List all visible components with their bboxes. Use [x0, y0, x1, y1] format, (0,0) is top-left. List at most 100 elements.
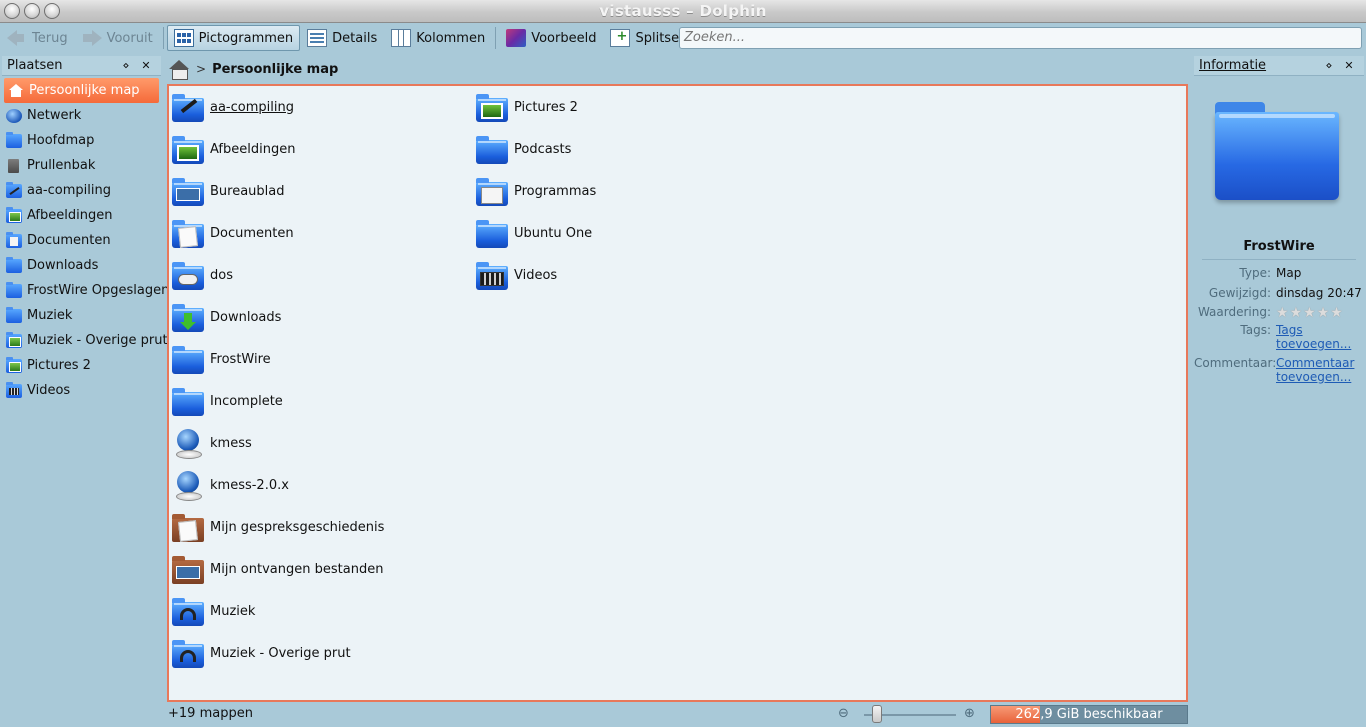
folder-images-icon	[6, 331, 22, 348]
file-item-incomplete[interactable]: Incomplete	[172, 384, 283, 418]
places-item-downloads[interactable]: Downloads	[2, 253, 161, 278]
places-item-persoonlijke-map[interactable]: Persoonlijke map	[4, 78, 159, 103]
file-item-label: Downloads	[210, 309, 282, 325]
file-item-aa-compiling[interactable]: aa-compiling	[172, 90, 294, 124]
free-space-text: 262,9 GiB beschikbaar	[1015, 707, 1163, 722]
add-tags-link[interactable]: Tags toevoegen...	[1276, 323, 1364, 351]
icons-view-icon	[173, 29, 194, 47]
back-button[interactable]: Terug	[0, 25, 75, 51]
file-item-videos[interactable]: Videos	[476, 258, 557, 292]
info-tags-label: Tags:	[1240, 323, 1271, 337]
breadcrumb-current[interactable]: Persoonlijke map	[212, 62, 338, 77]
file-item-label: Mijn gespreksgeschiedenis	[210, 519, 385, 535]
file-view[interactable]: aa-compiling Afbeeldingen Bureaublad Doc…	[167, 84, 1188, 702]
file-item-label: Ubuntu One	[514, 225, 593, 241]
file-item-podcasts[interactable]: Podcasts	[476, 132, 571, 166]
places-item-frostwire-opgeslagen[interactable]: FrostWire Opgeslagen	[2, 278, 169, 303]
places-item-label: Prullenbak	[27, 158, 96, 173]
file-item-kmess[interactable]: kmess	[172, 426, 252, 460]
info-rating-row: Waardering: ★ ★ ★ ★ ★	[1194, 305, 1364, 320]
places-item-videos[interactable]: Videos	[2, 378, 161, 403]
details-view-icon	[307, 29, 328, 47]
folder-icon	[172, 346, 204, 374]
folder-images-icon	[476, 94, 508, 122]
forward-arrow-icon	[82, 29, 102, 47]
info-type-value: Map	[1276, 266, 1302, 280]
rating-star-icon[interactable]: ★	[1303, 306, 1316, 320]
home-icon[interactable]	[168, 59, 190, 80]
places-item-documenten[interactable]: Documenten	[2, 228, 161, 253]
close-panel-icon[interactable]: ✕	[1339, 59, 1359, 72]
places-panel: Plaatsen ⋄ ✕ Persoonlijke map Netwerk Ho…	[2, 56, 169, 726]
file-item-label: Pictures 2	[514, 99, 578, 115]
places-item-hoofdmap[interactable]: Hoofdmap	[2, 128, 161, 153]
globe-icon	[172, 471, 204, 501]
file-item-downloads[interactable]: Downloads	[172, 300, 281, 334]
icons-view-button[interactable]: Pictogrammen	[166, 25, 301, 51]
folder-games-icon	[172, 262, 204, 290]
file-item-label: aa-compiling	[210, 99, 294, 115]
file-item-ubuntu-one[interactable]: Ubuntu One	[476, 216, 592, 250]
columns-view-label: Kolommen	[416, 30, 486, 46]
window-title: vistausss – Dolphin	[599, 2, 767, 20]
places-item-label: Hoofdmap	[27, 133, 95, 148]
zoom-out-icon[interactable]: ⊖	[838, 706, 849, 721]
file-item-afbeeldingen[interactable]: Afbeeldingen	[172, 132, 295, 166]
close-panel-icon[interactable]: ✕	[136, 59, 156, 72]
file-item-mijn-gespreksgeschiedenis[interactable]: Mijn gespreksgeschiedenis	[172, 510, 384, 544]
forward-button[interactable]: Vooruit	[75, 25, 160, 51]
places-item-prullenbak[interactable]: Prullenbak	[2, 153, 161, 178]
folder-music-icon	[172, 598, 204, 626]
file-item-programmas[interactable]: Programmas	[476, 174, 596, 208]
places-item-label: FrostWire Opgeslagen	[27, 283, 170, 298]
places-item-pictures-2[interactable]: Pictures 2	[2, 353, 161, 378]
file-item-pictures-2[interactable]: Pictures 2	[476, 90, 578, 124]
places-item-label: Muziek - Overige prut	[27, 333, 168, 348]
file-item-mijn-ontvangen-bestanden[interactable]: Mijn ontvangen bestanden	[172, 552, 383, 586]
breadcrumb: > Persoonlijke map	[164, 56, 1190, 82]
places-item-label: Pictures 2	[27, 358, 91, 373]
rating-star-icon[interactable]: ★	[1330, 306, 1343, 320]
zoom-in-icon[interactable]: ⊕	[964, 706, 975, 721]
folder-icon	[172, 388, 204, 416]
folder-images-icon	[6, 356, 22, 373]
file-item-bureaublad[interactable]: Bureaublad	[172, 174, 285, 208]
file-item-frostwire[interactable]: FrostWire	[172, 342, 271, 376]
float-panel-icon[interactable]: ⋄	[1319, 59, 1339, 72]
toolbar: Terug Vooruit Pictogrammen Details Kolom…	[0, 24, 1366, 52]
preview-label: Voorbeeld	[531, 30, 597, 46]
places-item-muziek[interactable]: Muziek	[2, 303, 161, 328]
rating-stars[interactable]: ★ ★ ★ ★ ★	[1276, 306, 1364, 320]
file-item-documenten[interactable]: Documenten	[172, 216, 294, 250]
file-item-label: kmess	[210, 435, 252, 451]
folder-documents-icon	[172, 220, 204, 248]
file-item-muziek[interactable]: Muziek	[172, 594, 255, 628]
places-item-netwerk[interactable]: Netwerk	[2, 103, 161, 128]
preview-button[interactable]: Voorbeeld	[499, 25, 603, 51]
places-item-label: Documenten	[27, 233, 111, 248]
zoom-slider-handle[interactable]	[872, 705, 882, 723]
info-comment-row: Commentaar: Commentaar toevoegen...	[1194, 356, 1364, 384]
places-item-muziek-overige-prut[interactable]: Muziek - Overige prut	[2, 328, 168, 353]
details-view-button[interactable]: Details	[300, 25, 384, 51]
places-item-afbeeldingen[interactable]: Afbeeldingen	[2, 203, 161, 228]
rating-star-icon[interactable]: ★	[1276, 306, 1289, 320]
rating-star-icon[interactable]: ★	[1290, 306, 1303, 320]
places-item-aa-compiling[interactable]: aa-compiling	[2, 178, 161, 203]
folder-images-icon	[6, 206, 22, 223]
folder-tools-icon	[172, 94, 204, 122]
file-item-muziek-overige-prut[interactable]: Muziek - Overige prut	[172, 636, 351, 670]
file-item-kmess-2-0-x[interactable]: kmess-2.0.x	[172, 468, 289, 502]
add-comment-link[interactable]: Commentaar toevoegen...	[1276, 356, 1364, 384]
places-item-label: Muziek	[27, 308, 73, 323]
search-input[interactable]: Zoeken...	[679, 27, 1362, 49]
breadcrumb-separator-icon[interactable]: >	[196, 62, 206, 76]
rating-star-icon[interactable]: ★	[1317, 306, 1330, 320]
columns-view-button[interactable]: Kolommen	[384, 25, 492, 51]
info-type-row: Type: Map	[1194, 266, 1364, 280]
float-panel-icon[interactable]: ⋄	[116, 59, 136, 72]
free-space-bar: 262,9 GiB beschikbaar	[990, 705, 1188, 724]
file-item-dos[interactable]: dos	[172, 258, 233, 292]
places-item-label: aa-compiling	[27, 183, 111, 198]
info-item-name: FrostWire	[1243, 239, 1315, 254]
